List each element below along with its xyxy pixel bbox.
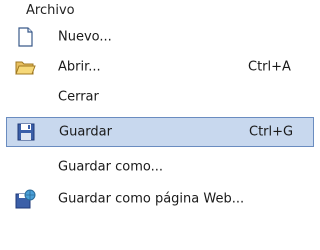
menu-item-label: Nuevo... <box>58 29 112 45</box>
menu-item-new[interactable]: Nuevo... <box>0 22 320 52</box>
menu-item-label: Guardar como página Web... <box>58 191 245 207</box>
menu-item-save[interactable]: Guardar Ctrl+G <box>6 117 314 147</box>
menu-item-shortcut: Ctrl+G <box>249 124 294 140</box>
menu-item-close[interactable]: Cerrar <box>0 82 320 112</box>
menu-item-label: Cerrar <box>58 89 99 105</box>
menu-item-shortcut: Ctrl+A <box>248 59 291 75</box>
menu-item-save-as[interactable]: Guardar como... <box>0 152 320 182</box>
menu-item-label: Guardar <box>59 124 112 140</box>
menu-item-save-as-web[interactable]: Guardar como página Web... <box>0 184 320 214</box>
menu-item-label: Guardar como... <box>58 159 163 175</box>
save-disk-icon <box>15 121 37 143</box>
save-as-web-icon <box>14 188 36 210</box>
open-folder-icon <box>14 56 36 78</box>
new-document-icon <box>14 26 36 48</box>
menu-title[interactable]: Archivo <box>26 3 75 18</box>
menu-item-label: Abrir... <box>58 59 101 75</box>
menu-item-open[interactable]: Abrir... Ctrl+A <box>0 52 320 82</box>
